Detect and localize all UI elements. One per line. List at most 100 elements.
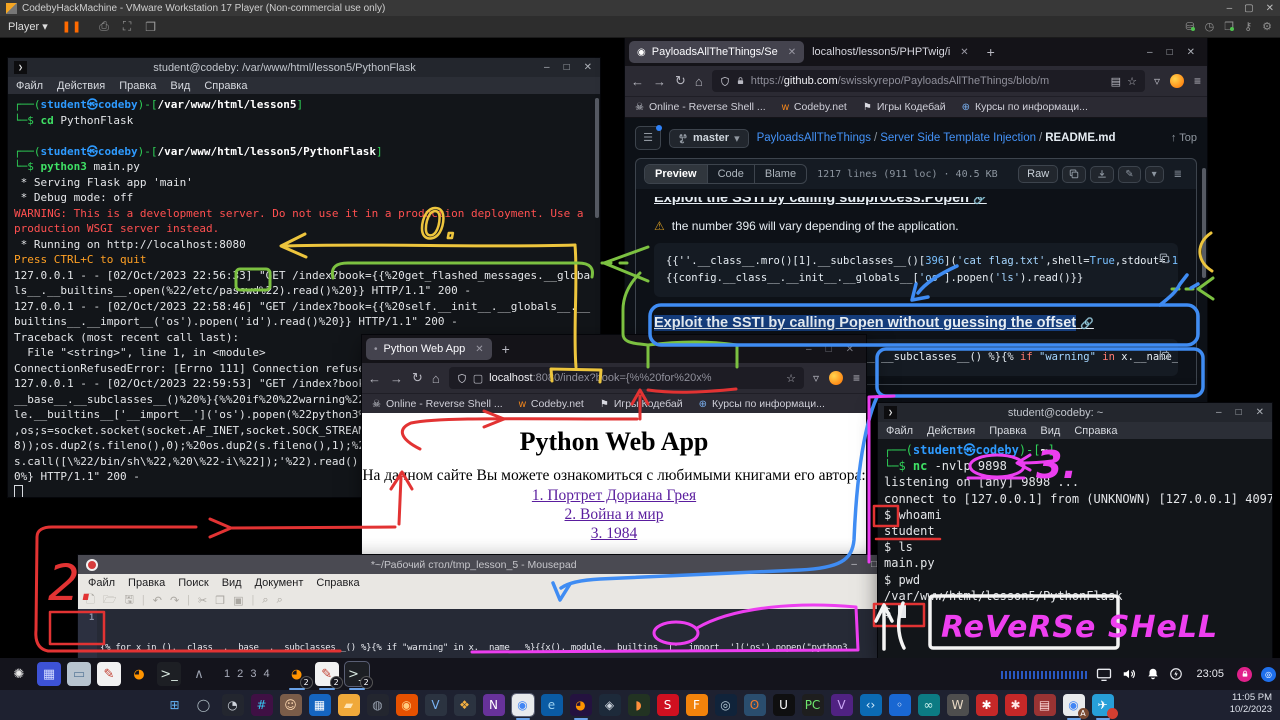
- new-tab-button[interactable]: +: [987, 44, 995, 60]
- menu-item[interactable]: Вид: [1040, 425, 1060, 437]
- outline-icon[interactable]: ≣: [1168, 167, 1188, 182]
- minimize-button[interactable]: –: [851, 559, 857, 570]
- f-app-icon[interactable]: F: [686, 694, 708, 716]
- open-icon[interactable]: 🗁: [103, 591, 117, 610]
- blender-icon[interactable]: ʘ: [744, 694, 766, 716]
- visualstudio-icon[interactable]: V: [831, 694, 853, 716]
- gimp-icon[interactable]: W: [947, 694, 969, 716]
- breadcrumb-repo-link[interactable]: PayloadsAllTheThings: [757, 132, 871, 144]
- close-button[interactable]: ✕: [1256, 407, 1264, 418]
- mousepad-window-button[interactable]: ✎2: [315, 662, 339, 686]
- firefox-account-icon[interactable]: [1170, 74, 1184, 88]
- search-icon[interactable]: ⌕: [262, 594, 268, 607]
- section-heading-popen[interactable]: Exploit the SSTI by calling Popen withou…: [654, 315, 1178, 331]
- edit-icon[interactable]: ✎: [1118, 166, 1140, 183]
- vm-clock[interactable]: 23:05: [1196, 668, 1224, 680]
- pocket-icon[interactable]: ▿: [1154, 74, 1160, 88]
- branch-selector[interactable]: master ▾: [669, 129, 749, 148]
- substance-icon[interactable]: S: [657, 694, 679, 716]
- forward-icon[interactable]: →: [653, 74, 666, 89]
- edge-icon[interactable]: e: [541, 694, 563, 716]
- bookmark-item[interactable]: ☠Online - Reverse Shell ...: [635, 101, 766, 113]
- menu-item[interactable]: Правка: [119, 80, 156, 92]
- windows-start-icon[interactable]: ⊞: [164, 694, 186, 716]
- bookmark-item[interactable]: ⚑Игры Кодебай: [600, 398, 683, 410]
- bookmark-item[interactable]: wCodeby.net: [519, 398, 584, 410]
- bookmark-item[interactable]: ⊕Курсы по информаци...: [962, 101, 1088, 113]
- gear-red-2-icon[interactable]: ✱: [1005, 694, 1027, 716]
- lens-icon[interactable]: ◎: [715, 694, 737, 716]
- volume-icon[interactable]: [1121, 667, 1137, 681]
- firefox-icon[interactable]: ◕: [127, 662, 151, 686]
- vmware-player-menu[interactable]: Player ▾: [8, 20, 48, 33]
- vm-network-icon[interactable]: ❒: [1224, 20, 1234, 33]
- vm-clock-icon[interactable]: ◷: [1205, 20, 1215, 33]
- edit-dropdown-icon[interactable]: ▾: [1145, 166, 1164, 183]
- menu-item[interactable]: Правка: [989, 425, 1026, 437]
- section-heading-subprocess[interactable]: Exploit the SSTI by calling subprocess.P…: [654, 197, 1178, 209]
- vmware-icon[interactable]: ❖: [454, 694, 476, 716]
- reader-view-icon[interactable]: ▤: [1111, 75, 1121, 88]
- terminal-output[interactable]: ┌──(student㉿codeby)-[~]└─$ nc -nvlp 9898…: [878, 439, 1272, 658]
- maximize-button[interactable]: □: [1167, 47, 1173, 58]
- session-icon[interactable]: ◎: [1261, 667, 1276, 682]
- minimize-button[interactable]: –: [1147, 47, 1153, 58]
- raw-button[interactable]: Raw: [1018, 165, 1058, 183]
- slack-icon[interactable]: #: [251, 694, 273, 716]
- tab-code[interactable]: Code: [708, 165, 755, 183]
- home-icon[interactable]: ⌂: [432, 371, 440, 386]
- terminal-titlebar[interactable]: ❯ student@codeby: /var/www/html/lesson5/…: [8, 58, 600, 77]
- file-manager-icon[interactable]: ▭: [67, 662, 91, 686]
- vmware-pause-button[interactable]: ❚❚: [62, 20, 82, 33]
- copy-code-icon[interactable]: [1159, 346, 1170, 363]
- reload-icon[interactable]: ↻: [412, 370, 423, 386]
- menu-item[interactable]: Правка: [128, 577, 165, 589]
- photos-icon[interactable]: ☺: [280, 694, 302, 716]
- redo-icon[interactable]: ↷: [170, 594, 179, 607]
- flstudio-icon[interactable]: ◗: [628, 694, 650, 716]
- tab-blame[interactable]: Blame: [755, 165, 806, 183]
- maximize-button[interactable]: □: [564, 62, 570, 73]
- workspace-switcher[interactable]: 1 2 3 4: [224, 668, 272, 680]
- minimize-button[interactable]: –: [806, 344, 812, 355]
- firefox-icon[interactable]: ◕: [570, 694, 592, 716]
- book-link-1[interactable]: 1. Портрет Дориана Грея: [362, 487, 866, 505]
- search-icon[interactable]: ◯: [193, 694, 215, 716]
- mousepad-icon[interactable]: ✎: [97, 662, 121, 686]
- terminal-scrollbar[interactable]: [595, 98, 599, 218]
- bookmark-item[interactable]: ⚑Игры Кодебай: [863, 101, 946, 113]
- maximize-button[interactable]: □: [826, 344, 832, 355]
- chrome-icon[interactable]: ◉: [512, 694, 534, 716]
- screen-lock-icon[interactable]: [1237, 667, 1252, 682]
- menu-item[interactable]: Действия: [57, 80, 105, 92]
- copy-raw-icon[interactable]: [1062, 166, 1086, 183]
- copy-icon[interactable]: ❐: [215, 594, 225, 607]
- tab-close-icon[interactable]: ✕: [960, 47, 968, 58]
- close-button[interactable]: ✕: [584, 62, 592, 73]
- chrome-profile-icon[interactable]: ◉A: [1063, 694, 1085, 716]
- tab-python-web-app[interactable]: • Python Web App ✕: [366, 338, 492, 360]
- tab-close-icon[interactable]: ✕: [788, 47, 796, 58]
- bookmark-item[interactable]: ☠Online - Reverse Shell ...: [372, 398, 503, 410]
- vm-disk-icon[interactable]: ⛁: [1185, 20, 1194, 33]
- terminal-window-button[interactable]: >_2: [345, 662, 369, 686]
- page-scrollbar[interactable]: [1202, 168, 1206, 278]
- menu-item[interactable]: Файл: [88, 577, 115, 589]
- menu-item[interactable]: Вид: [170, 80, 190, 92]
- book-link-2[interactable]: 2. Война и мир: [362, 506, 866, 524]
- replace-icon[interactable]: ⌕: [277, 594, 283, 607]
- reload-icon[interactable]: ↻: [675, 73, 686, 89]
- codeby-logo-icon[interactable]: ✺: [7, 662, 31, 686]
- url-bar[interactable]: ▢ localhost:8080/index?book={%%20for%20x…: [449, 367, 804, 389]
- task-view-icon[interactable]: ◔: [222, 694, 244, 716]
- sidebar-toggle-icon[interactable]: ☰: [635, 126, 661, 150]
- bookmark-star-icon[interactable]: ☆: [786, 372, 796, 385]
- tab-preview[interactable]: Preview: [645, 165, 708, 183]
- maximize-button[interactable]: □: [871, 559, 877, 570]
- new-file-icon[interactable]: 🗋: [86, 591, 95, 610]
- mousepad-editor[interactable]: 1 {% for x in ().__class__.__base__.__su…: [78, 609, 885, 658]
- forward-icon[interactable]: →: [390, 371, 403, 386]
- pocket-icon[interactable]: ▿: [813, 371, 819, 385]
- url-bar[interactable]: https://github.com/swisskyrepo/PayloadsA…: [712, 70, 1145, 92]
- maximize-button[interactable]: □: [1236, 407, 1242, 418]
